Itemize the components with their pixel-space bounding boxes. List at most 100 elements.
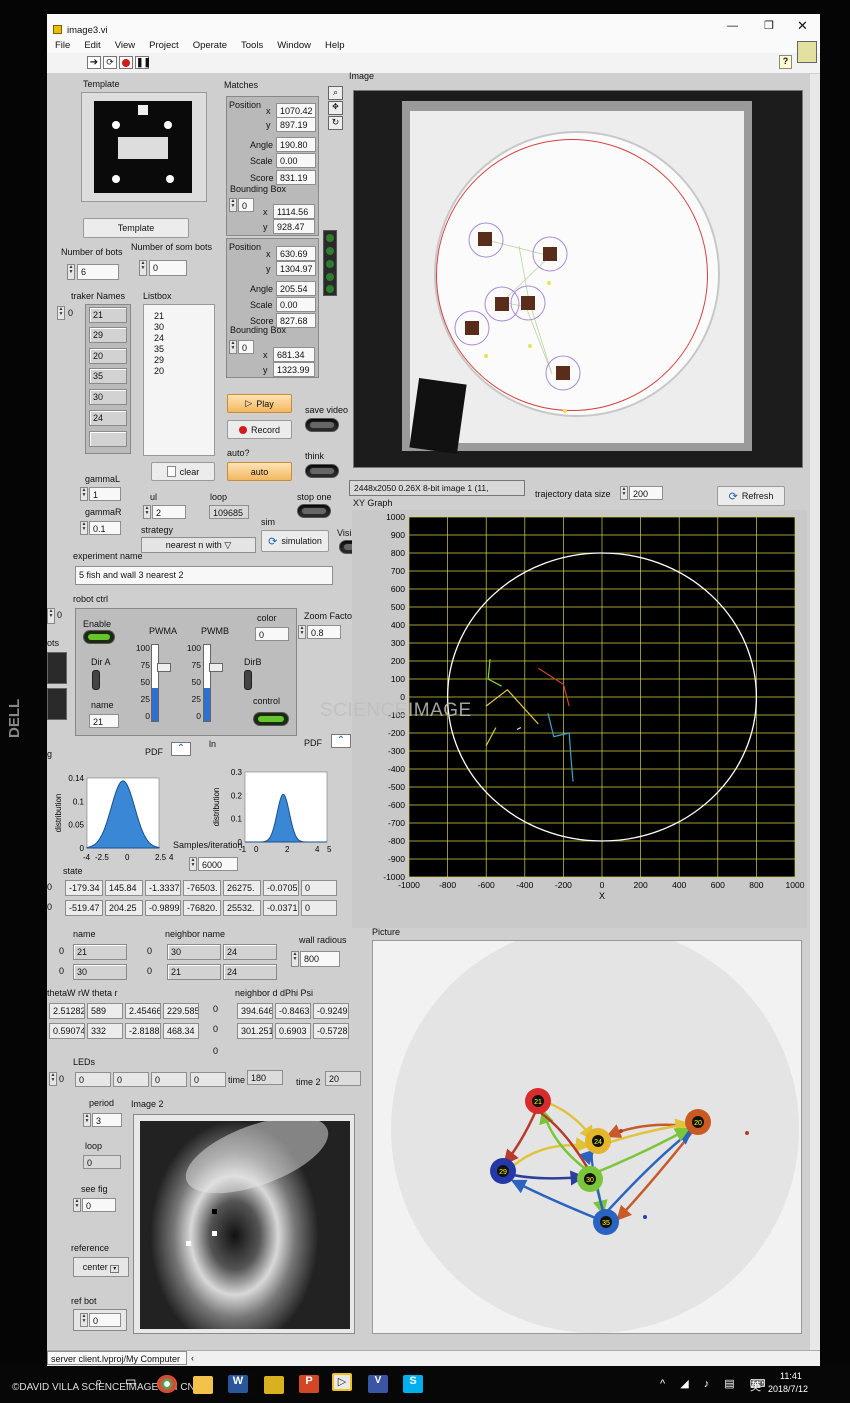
see-fig-input[interactable]: 0 <box>82 1198 116 1212</box>
samples-spinner[interactable]: ▲ ▼ <box>189 857 197 871</box>
labview-icon[interactable]: ▷ <box>332 1373 352 1391</box>
see-fig-spinner[interactable]: ▲ ▼ <box>73 1198 81 1212</box>
clear-button[interactable]: clear <box>151 462 215 481</box>
traker-index-spinner[interactable]: ▲ ▼ <box>57 306 65 320</box>
run-arrow-icon[interactable]: ➔ <box>87 56 101 69</box>
gammaL-input[interactable]: 1 <box>89 487 121 501</box>
visio-icon[interactable]: V <box>368 1375 388 1393</box>
gammaL-spinner[interactable]: ▲ ▼ <box>80 487 88 501</box>
pause-icon[interactable]: ❚❚ <box>135 56 151 69</box>
save-video-toggle[interactable] <box>305 418 339 432</box>
folder-icon[interactable] <box>264 1376 284 1394</box>
template-button[interactable]: Template <box>83 218 189 238</box>
gammaR-input[interactable]: 0.1 <box>89 521 121 535</box>
menu-tools[interactable]: Tools <box>241 40 263 51</box>
gammaR-spinner[interactable]: ▲ ▼ <box>80 521 88 535</box>
traker-name-item[interactable]: 20 <box>89 348 127 364</box>
pwmb-slider-thumb[interactable] <box>209 663 223 672</box>
think-toggle[interactable] <box>305 464 339 478</box>
num-bots[interactable]: 6 <box>77 264 119 280</box>
scroll-left-icon[interactable]: ‹ <box>191 1353 194 1363</box>
listbox-item[interactable]: 35 <box>154 344 204 355</box>
traker-name-item[interactable]: 30 <box>89 389 127 405</box>
clock-time[interactable]: 11:41 <box>780 1371 802 1381</box>
simulation-button[interactable]: ⟳ simulation <box>261 530 329 552</box>
ref-bot-input[interactable]: 0 <box>89 1313 121 1327</box>
listbox[interactable]: 21 30 24 35 29 20 <box>143 304 215 456</box>
stop-one-toggle[interactable] <box>297 504 331 518</box>
zoom-factor-spinner[interactable]: ▲ ▼ <box>298 625 306 639</box>
pwma-slider[interactable] <box>151 644 159 722</box>
traker-name-item[interactable]: 24 <box>89 410 127 426</box>
maximize-button[interactable]: ❐ <box>764 19 774 32</box>
menu-view[interactable]: View <box>115 40 135 51</box>
clock-date[interactable]: 2018/7/12 <box>768 1384 808 1394</box>
skype-icon[interactable]: S <box>403 1375 423 1393</box>
pan-tool-icon[interactable]: ✥ <box>328 101 343 115</box>
auto-button[interactable]: auto <box>227 462 292 481</box>
traker-index[interactable]: 0 <box>68 308 73 318</box>
listbox-item[interactable]: 20 <box>154 366 204 377</box>
bbox-index-2-spinner[interactable]: ▲ ▼ <box>229 340 237 354</box>
zoom-tool-icon[interactable]: ⌕ <box>328 86 343 100</box>
zoom-factor-input[interactable]: 0.8 <box>307 625 341 639</box>
task-view-icon[interactable]: ▭ <box>125 1374 136 1388</box>
menu-edit[interactable]: Edit <box>84 40 100 51</box>
pwma-slider-thumb[interactable] <box>157 663 171 672</box>
powerpoint-icon[interactable]: P <box>299 1375 319 1393</box>
traker-name-item[interactable] <box>89 431 127 447</box>
dir-a-switch[interactable] <box>92 670 100 690</box>
enable-toggle[interactable] <box>83 630 115 644</box>
vertical-scrollbar[interactable] <box>810 74 820 1354</box>
leds-index[interactable]: 0 <box>59 1074 64 1084</box>
play-button[interactable]: ▷ Play <box>227 394 292 413</box>
robot-name-input[interactable]: 21 <box>89 714 119 728</box>
ots-box[interactable] <box>47 652 67 684</box>
traker-name-item[interactable]: 29 <box>89 327 127 343</box>
ots-box[interactable] <box>47 688 67 720</box>
wall-radius-input[interactable]: 800 <box>300 951 340 967</box>
num-som-spinner[interactable]: ▲ ▼ <box>139 260 147 276</box>
listbox-item[interactable]: 21 <box>154 311 204 322</box>
menu-project[interactable]: Project <box>149 40 179 51</box>
refresh-button[interactable]: ⟳ Refresh <box>717 486 785 506</box>
listbox-item[interactable]: 30 <box>154 322 204 333</box>
help-icon[interactable]: ? <box>779 55 792 69</box>
ul-spinner[interactable]: ▲ ▼ <box>143 505 151 519</box>
dir-b-switch[interactable] <box>244 670 252 690</box>
listbox-item[interactable]: 24 <box>154 333 204 344</box>
reference-select[interactable]: center ▾ <box>73 1257 129 1277</box>
period-input[interactable]: 3 <box>92 1113 122 1127</box>
num-bots-spinner[interactable]: ▲ ▼ <box>67 264 75 280</box>
explorer-icon[interactable] <box>193 1376 213 1394</box>
menu-help[interactable]: Help <box>325 40 345 51</box>
run-continuous-icon[interactable]: ⟳ <box>103 56 117 69</box>
menu-window[interactable]: Window <box>277 40 311 51</box>
minimize-button[interactable]: — <box>727 20 738 32</box>
bbox-index-1-spinner[interactable]: ▲ ▼ <box>229 198 237 212</box>
strategy-select[interactable]: nearest n with ▽ <box>141 537 256 553</box>
wall-radius-spinner[interactable]: ▲ ▼ <box>291 951 299 967</box>
robot-index-spinner[interactable]: ▲ ▼ <box>47 608 55 624</box>
traj-size-spinner[interactable]: ▲ ▼ <box>620 486 628 500</box>
abort-icon[interactable] <box>119 56 133 69</box>
pwmb-slider[interactable] <box>203 644 211 722</box>
rotate-tool-icon[interactable]: ↻ <box>328 116 343 130</box>
samples-input[interactable]: 6000 <box>198 857 238 871</box>
menu-file[interactable]: File <box>55 40 70 51</box>
record-button[interactable]: Record <box>227 420 292 439</box>
experiment-name-input[interactable]: 5 fish and wall 3 nearest 2 <box>75 566 333 585</box>
traker-name-item[interactable]: 35 <box>89 368 127 384</box>
close-button[interactable]: ✕ <box>797 18 808 34</box>
menu-operate[interactable]: Operate <box>193 40 227 51</box>
color-input[interactable]: 0 <box>255 627 289 641</box>
word-icon[interactable]: W <box>228 1375 248 1393</box>
leds-index-spinner[interactable]: ▲ ▼ <box>49 1072 57 1086</box>
bbox-index-2[interactable]: 0 <box>238 340 254 354</box>
traker-name-item[interactable]: 21 <box>89 307 127 323</box>
input-language[interactable]: 英 <box>750 1378 761 1394</box>
listbox-item[interactable]: 29 <box>154 355 204 366</box>
num-som-bots[interactable]: 0 <box>149 260 187 276</box>
period-spinner[interactable]: ▲ ▼ <box>83 1113 91 1127</box>
bbox-index-1[interactable]: 0 <box>238 198 254 212</box>
